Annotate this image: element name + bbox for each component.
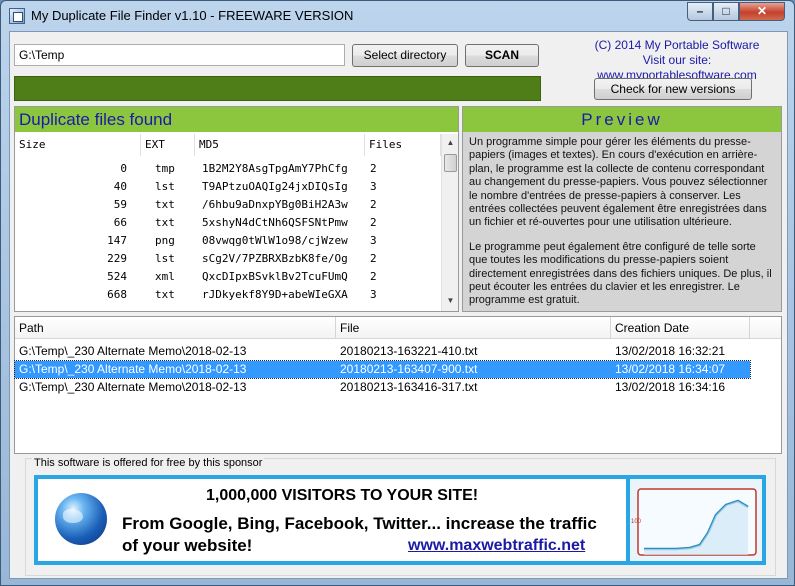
minimize-button[interactable]: – bbox=[687, 2, 713, 21]
size-cell: 0 bbox=[120, 162, 127, 175]
files-count-cell: 3 bbox=[370, 180, 377, 193]
path-cell: G:\Temp\_230 Alternate Memo\2018-02-13 bbox=[19, 344, 247, 358]
duplicate-row[interactable]: 66 txt 5xshyN4dCtNh6QSFSNtPmw 2 bbox=[15, 214, 441, 232]
creation-date-cell: 13/02/2018 16:32:21 bbox=[615, 344, 726, 358]
md5-cell: 5xshyN4dCtNh6QSFSNtPmw bbox=[202, 216, 348, 229]
file-row[interactable]: G:\Temp\_230 Alternate Memo\2018-02-13 20… bbox=[15, 379, 750, 396]
ext-cell: png bbox=[155, 234, 175, 247]
duplicate-row[interactable]: 40 lst T9APtzuOAQIg24jxDIQsIg 3 bbox=[15, 178, 441, 196]
ext-cell: txt bbox=[155, 216, 175, 229]
window-title: My Duplicate File Finder v1.10 - FREEWAR… bbox=[31, 8, 354, 23]
app-window: My Duplicate File Finder v1.10 - FREEWAR… bbox=[0, 0, 795, 586]
column-header-md5[interactable]: MD5 bbox=[195, 134, 365, 156]
sponsor-caption: This software is offered for free by thi… bbox=[32, 457, 265, 469]
path-cell: G:\Temp\_230 Alternate Memo\2018-02-13 bbox=[19, 362, 247, 376]
globe-icon bbox=[55, 493, 107, 545]
check-versions-button[interactable]: Check for new versions bbox=[594, 78, 752, 100]
duplicate-row[interactable]: 59 txt/6hbu9aDnxpYBg0BiH2A3w 2 bbox=[15, 196, 441, 214]
banner-chart-image: 100 bbox=[630, 479, 762, 561]
size-cell: 40 bbox=[113, 180, 127, 193]
md5-cell: T9APtzuOAQIg24jxDIQsIg bbox=[202, 180, 348, 193]
scan-progress-bar bbox=[14, 76, 541, 101]
files-count-cell: 3 bbox=[370, 288, 377, 301]
creation-date-cell: 13/02/2018 16:34:07 bbox=[615, 362, 726, 376]
title-bar[interactable]: My Duplicate File Finder v1.10 - FREEWAR… bbox=[1, 1, 794, 31]
column-header-size[interactable]: Size bbox=[15, 134, 141, 156]
column-header-files[interactable]: Files bbox=[365, 134, 441, 156]
duplicate-row[interactable]: 668 txt rJDkyekf8Y9D+abeWIeGXA 3 bbox=[15, 286, 441, 304]
size-cell: 59 bbox=[113, 198, 127, 211]
ext-cell: txt bbox=[155, 288, 175, 301]
file-name-cell: 20180213-163416-317.txt bbox=[340, 380, 478, 394]
duplicate-row[interactable]: 524 xml QxcDIpxBSvklBv2TcuFUmQ 2 bbox=[15, 268, 441, 286]
scan-button[interactable]: SCAN bbox=[465, 44, 539, 67]
client-area: G:\Temp Select directory SCAN (C) 2014 M… bbox=[9, 31, 788, 579]
creation-date-cell: 13/02/2018 16:34:16 bbox=[615, 380, 726, 394]
duplicate-row[interactable]: 229 lst sCg2V/7PZBRXBzbK8fe/Og 2 bbox=[15, 250, 441, 268]
files-count-cell: 3 bbox=[370, 234, 377, 247]
banner-content: 1,000,000 VISITORS TO YOUR SITE! From Go… bbox=[38, 479, 626, 561]
size-cell: 66 bbox=[113, 216, 127, 229]
preview-paragraph: Le programme peut également être configu… bbox=[469, 240, 772, 307]
duplicate-row[interactable]: 0 tmp 1B2M2Y8AsgTpgAmY7PhCfg 2 bbox=[15, 160, 441, 178]
scroll-thumb[interactable] bbox=[444, 154, 457, 172]
md5-cell: sCg2V/7PZBRXBzbK8fe/Og bbox=[202, 252, 348, 265]
app-icon bbox=[9, 8, 25, 24]
files-count-cell: 2 bbox=[370, 270, 377, 283]
size-cell: 229 bbox=[107, 252, 127, 265]
column-header-path[interactable]: Path bbox=[15, 317, 336, 339]
ext-cell: xml bbox=[155, 270, 175, 283]
size-cell: 668 bbox=[107, 288, 127, 301]
files-count-cell: 2 bbox=[370, 198, 377, 211]
scroll-up-icon[interactable]: ▲ bbox=[444, 136, 457, 149]
column-header-creation-date[interactable]: Creation Date bbox=[611, 317, 750, 339]
banner-headline: 1,000,000 VISITORS TO YOUR SITE! bbox=[206, 487, 479, 504]
directory-input[interactable]: G:\Temp bbox=[14, 44, 345, 66]
preview-title: Preview bbox=[463, 107, 781, 132]
size-cell: 524 bbox=[107, 270, 127, 283]
duplicate-row[interactable]: 147 png 08vwqg0tWlW1o98/cjWzew 3 bbox=[15, 232, 441, 250]
scroll-down-icon[interactable]: ▼ bbox=[444, 294, 457, 307]
preview-panel: Preview Un programme simple pour gérer l… bbox=[462, 106, 782, 312]
sponsor-banner[interactable]: 1,000,000 VISITORS TO YOUR SITE! From Go… bbox=[34, 475, 766, 565]
md5-cell: QxcDIpxBSvklBv2TcuFUmQ bbox=[202, 270, 348, 283]
files-panel: Path File Creation Date G:\Temp\_230 Alt… bbox=[14, 316, 782, 454]
column-header-file[interactable]: File bbox=[336, 317, 611, 339]
md5-cell: 1B2M2Y8AsgTpgAmY7PhCfg bbox=[202, 162, 348, 175]
ext-cell: tmp bbox=[155, 162, 175, 175]
ext-cell: lst bbox=[155, 252, 175, 265]
ext-cell: txt bbox=[155, 198, 175, 211]
duplicates-table-header: Size EXT MD5 Files bbox=[15, 134, 441, 156]
maximize-button[interactable]: □ bbox=[713, 2, 739, 21]
file-name-cell: 20180213-163221-410.txt bbox=[340, 344, 478, 358]
md5-cell: /6hbu9aDnxpYBg0BiH2A3w bbox=[202, 198, 348, 211]
file-row[interactable]: G:\Temp\_230 Alternate Memo\2018-02-13 20… bbox=[14, 360, 751, 379]
duplicates-scrollbar[interactable]: ▲ ▼ bbox=[441, 134, 458, 311]
banner-link[interactable]: www.maxwebtraffic.net bbox=[408, 537, 585, 555]
md5-cell: rJDkyekf8Y9D+abeWIeGXA bbox=[202, 288, 348, 301]
duplicates-panel: Duplicate files found Size EXT MD5 Files… bbox=[14, 106, 459, 312]
size-cell: 147 bbox=[107, 234, 127, 247]
files-count-cell: 2 bbox=[370, 216, 377, 229]
file-name-cell: 20180213-163407-900.txt bbox=[340, 362, 478, 376]
files-count-cell: 2 bbox=[370, 252, 377, 265]
sponsor-box: This software is offered for free by thi… bbox=[25, 457, 776, 576]
copyright-line: (C) 2014 My Portable Software bbox=[594, 38, 760, 52]
md5-cell: 08vwqg0tWlW1o98/cjWzew bbox=[202, 234, 348, 247]
preview-paragraph: Un programme simple pour gérer les éléme… bbox=[469, 136, 768, 229]
column-header-filler bbox=[750, 317, 781, 339]
select-directory-button[interactable]: Select directory bbox=[352, 44, 458, 67]
path-cell: G:\Temp\_230 Alternate Memo\2018-02-13 bbox=[19, 380, 247, 394]
ext-cell: lst bbox=[155, 180, 175, 193]
column-header-ext[interactable]: EXT bbox=[141, 134, 195, 156]
close-button[interactable]: ✕ bbox=[739, 2, 785, 21]
preview-content: Un programme simple pour gérer les éléme… bbox=[463, 132, 781, 323]
files-count-cell: 2 bbox=[370, 162, 377, 175]
chart-tick-label: 100 bbox=[631, 519, 642, 525]
duplicates-title: Duplicate files found bbox=[15, 107, 458, 132]
file-row[interactable]: G:\Temp\_230 Alternate Memo\2018-02-13 20… bbox=[15, 343, 750, 360]
traffic-chart-icon: 100 bbox=[631, 488, 757, 556]
copyright-text: (C) 2014 My Portable Software Visit our … bbox=[570, 38, 784, 83]
